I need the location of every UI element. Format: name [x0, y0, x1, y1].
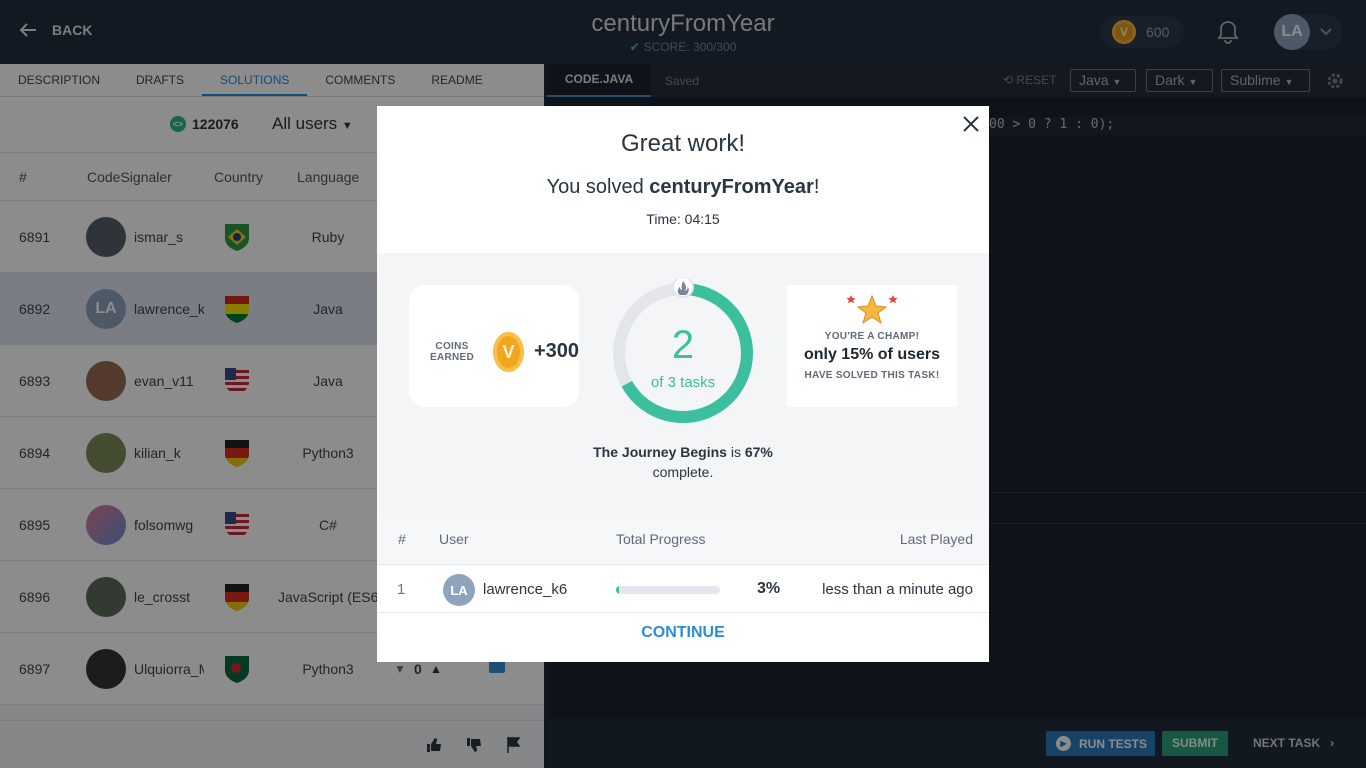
champ-sub: HAVE SOLVED THIS TASK!: [804, 370, 940, 381]
lb-col-user: User: [439, 531, 469, 547]
journey-name: The Journey Begins: [593, 444, 727, 460]
lb-progress-percent: 3%: [757, 580, 781, 597]
leaderboard-row: 1 LA lawrence_k6 3% less than a minute a…: [377, 566, 989, 613]
tasks-done: 2: [671, 323, 695, 367]
star-icon: [846, 294, 898, 325]
champ-card: YOU'RE A CHAMP! only 15% of users HAVE S…: [787, 285, 957, 407]
journey-progress-text: The Journey Begins is 67% complete.: [587, 442, 779, 482]
coins-earned-label: COINS EARNED: [430, 340, 475, 363]
success-modal: Great work! You solved centuryFromYear! …: [377, 106, 989, 662]
lb-progress-fill: [616, 586, 620, 594]
continue-button[interactable]: CONTINUE: [377, 624, 989, 642]
solved-suffix: !: [813, 176, 820, 198]
modal-title: Great work!: [620, 130, 746, 157]
lb-last-played: less than a minute ago: [822, 581, 973, 598]
lb-progress-bar: [616, 586, 720, 594]
solve-time: Time: 04:15: [646, 211, 720, 227]
lb-username[interactable]: lawrence_k6: [483, 581, 567, 598]
champ-value: only 15% of users: [803, 346, 941, 363]
avatar: LA: [443, 574, 475, 606]
champ-label: YOU'RE A CHAMP!: [824, 331, 920, 342]
coins-earned-value: +300: [533, 339, 579, 362]
lb-col-rank: #: [398, 531, 406, 547]
lb-col-last-played: Last Played: [899, 531, 973, 547]
leaderboard-header: # User Total Progress Last Played: [377, 513, 989, 565]
journey-complete: complete.: [652, 464, 714, 480]
solved-task-name: centuryFromYear: [649, 176, 814, 198]
lb-rank: 1: [397, 581, 406, 598]
tasks-total: of 3 tasks: [650, 374, 716, 391]
lb-col-progress: Total Progress: [616, 531, 706, 547]
solved-text: You solved centuryFromYear!: [377, 176, 989, 199]
solved-prefix: You solved: [546, 176, 650, 198]
journey-percent: 67%: [744, 444, 773, 460]
coins-earned-card: COINS EARNED V +300: [409, 285, 579, 407]
coin-icon: V: [493, 332, 524, 372]
journey-is: is: [726, 444, 745, 460]
modal-stats: COINS EARNED V +300 2 of 3 tasks YOU'RE …: [377, 253, 989, 513]
